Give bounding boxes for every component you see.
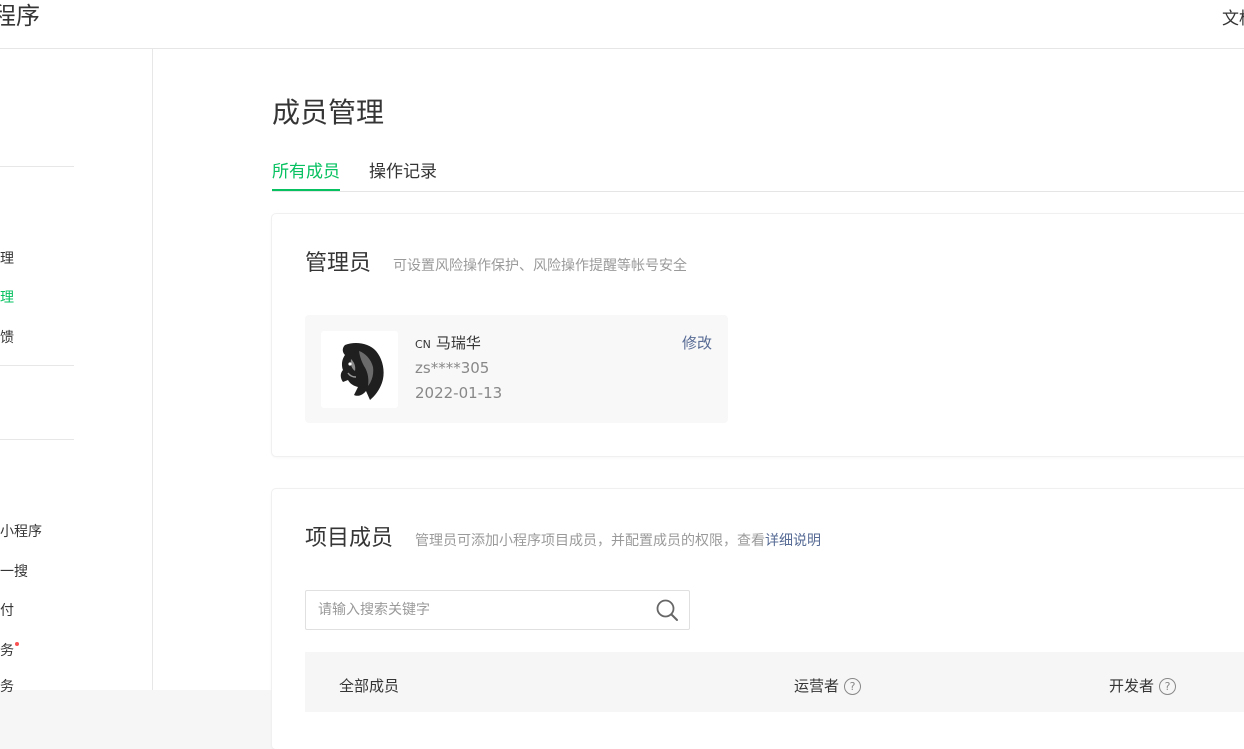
admin-info-box: CN 马瑞华 zs****305 2022-01-13 修改 [305, 315, 728, 423]
horse-avatar-icon [321, 331, 398, 408]
edit-admin-link[interactable]: 修改 [682, 332, 712, 354]
admin-card: 管理员 可设置风险操作保护、风险操作提醒等帐号安全 CN 马瑞华 zs****30… [272, 214, 1244, 456]
tab-bar: 所有成员 操作记录 [272, 157, 1244, 192]
sidebar-divider [0, 166, 74, 167]
sidebar-item-payment[interactable]: 付 [0, 601, 14, 621]
column-operators: 运营者? [794, 676, 862, 696]
members-table-header: 全部成员 运营者? 开发者? [305, 652, 1244, 712]
column-label: 开发者 [1109, 677, 1155, 695]
tab-operation-log[interactable]: 操作记录 [369, 157, 437, 187]
members-card: 项目成员 管理员可添加小程序项目成员，并配置成员的权限，查看详细说明 全部成员 … [272, 489, 1244, 749]
sidebar-divider [0, 365, 74, 366]
region-tag: CN [415, 338, 431, 351]
details-link[interactable]: 详细说明 [765, 533, 821, 549]
sidebar-divider [0, 439, 74, 440]
search-icon[interactable] [655, 598, 679, 622]
admin-section-desc: 可设置风险操作保护、风险操作提醒等帐号安全 [393, 258, 687, 274]
brand-title[interactable]: 程序 [0, 0, 40, 32]
sidebar-item-manage[interactable]: 理 [0, 249, 14, 269]
members-desc-text: 管理员可添加小程序项目成员，并配置成员的权限，查看 [415, 533, 765, 549]
sidebar-item-search[interactable]: 一搜 [0, 562, 28, 582]
help-icon[interactable]: ? [844, 678, 862, 695]
top-bar: 程序 文档 [0, 0, 1244, 49]
tab-all-members[interactable]: 所有成员 [272, 157, 340, 191]
main-content: 成员管理 所有成员 操作记录 管理员 可设置风险操作保护、风险操作提醒等帐号安全… [153, 49, 1244, 749]
sidebar-item-label: 务 [0, 643, 14, 659]
docs-link[interactable]: 文档 [1222, 4, 1244, 29]
page-title: 成员管理 [272, 96, 385, 129]
notification-dot [15, 642, 19, 646]
help-icon[interactable]: ? [1159, 678, 1177, 695]
sidebar-item-service[interactable]: 务 [0, 641, 19, 661]
admin-name: CN 马瑞华 [415, 332, 481, 356]
sidebar-item-service-2[interactable]: 务 [0, 677, 14, 697]
sidebar-item-miniprogram[interactable]: 小程序 [0, 522, 42, 542]
member-search-box [305, 590, 690, 630]
column-label: 全部成员 [339, 677, 400, 695]
column-developers: 开发者? [1109, 676, 1177, 696]
admin-name-text: 马瑞华 [435, 334, 481, 352]
sidebar-item-member-manage[interactable]: 理 [0, 288, 14, 308]
members-section-title: 项目成员 [305, 526, 394, 551]
avatar [321, 331, 398, 408]
sidebar-item-feedback[interactable]: 馈 [0, 328, 14, 348]
column-label: 运营者 [794, 677, 840, 695]
member-search-input[interactable] [306, 591, 660, 629]
members-section-desc: 管理员可添加小程序项目成员，并配置成员的权限，查看详细说明 [415, 531, 821, 551]
admin-section-title: 管理员 [305, 251, 372, 276]
sidebar: 理 理 馈 小程序 一搜 付 务 务 [0, 49, 153, 695]
admin-join-date: 2022-01-13 [415, 384, 503, 402]
admin-account-id: zs****305 [415, 359, 490, 377]
column-all-members[interactable]: 全部成员 [339, 676, 399, 696]
